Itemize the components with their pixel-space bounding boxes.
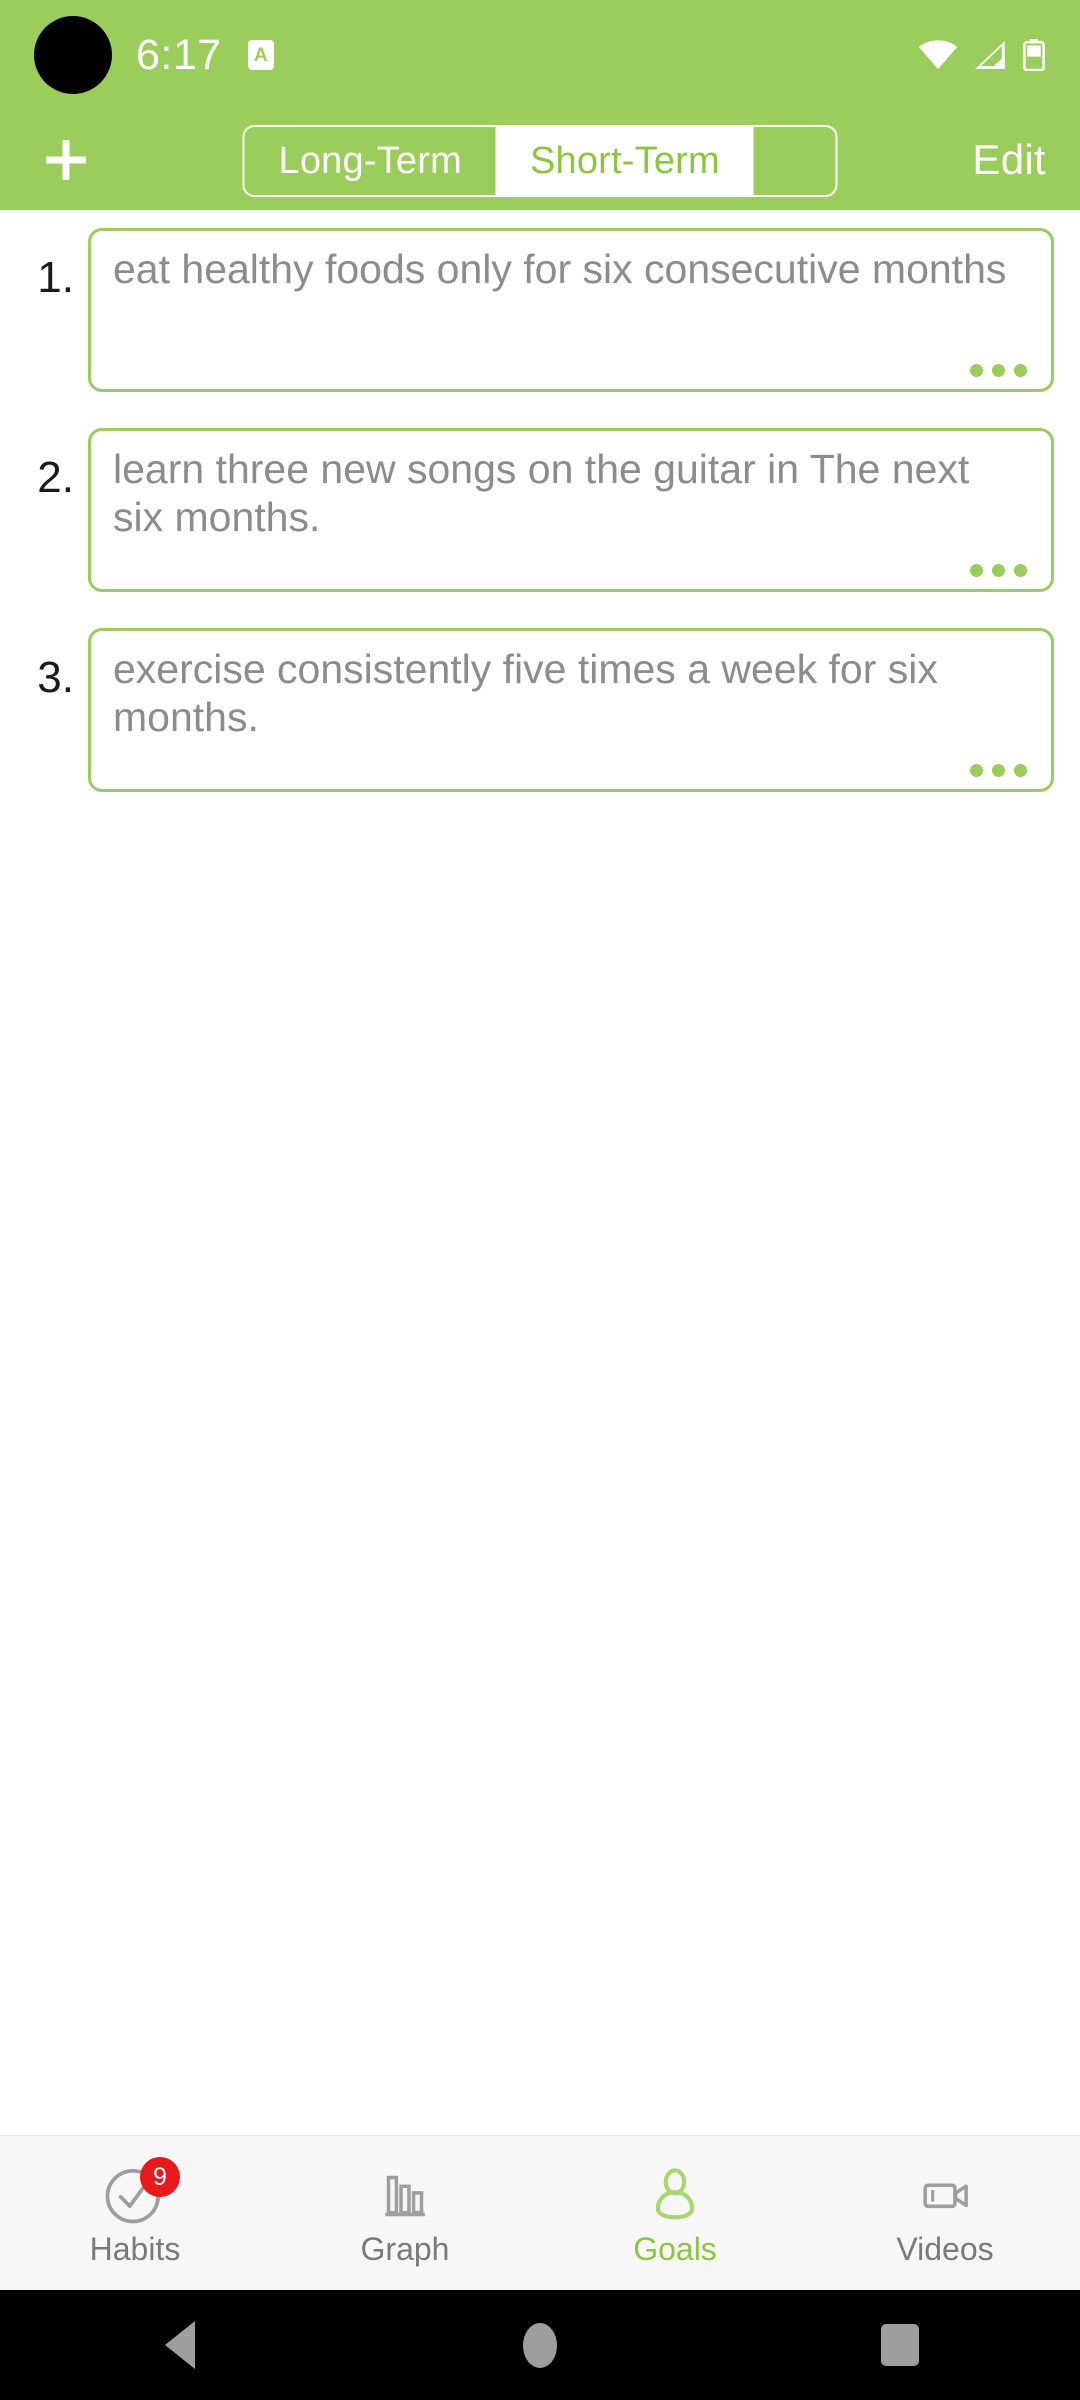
video-camera-icon	[912, 2161, 978, 2227]
goal-type-segmented-control[interactable]: Long-Term Short-Term	[242, 125, 838, 197]
goal-overflow-menu-icon[interactable]	[970, 564, 1027, 577]
person-icon	[642, 2161, 708, 2227]
list-item: 1. eat healthy foods only for six consec…	[0, 228, 1080, 392]
nav-item-graph[interactable]: Graph	[270, 2136, 540, 2290]
nav-label-habits: Habits	[89, 2231, 181, 2267]
goal-card[interactable]: learn three new songs on the guitar in T…	[88, 428, 1054, 592]
segment-long-term[interactable]: Long-Term	[244, 127, 496, 195]
nav-item-habits[interactable]: 9 Habits	[0, 2136, 270, 2290]
list-item: 2. learn three new songs on the guitar i…	[0, 428, 1080, 592]
goal-list: 1. eat healthy foods only for six consec…	[0, 210, 1080, 792]
nav-item-videos[interactable]: Videos	[810, 2136, 1080, 2290]
check-circle-icon: 9	[102, 2157, 180, 2227]
nav-label-videos: Videos	[896, 2231, 994, 2267]
list-item: 3. exercise consistently five times a we…	[0, 628, 1080, 792]
back-triangle-icon	[165, 2321, 195, 2369]
camera-punchhole	[34, 16, 112, 94]
goal-overflow-menu-icon[interactable]	[970, 364, 1027, 377]
app-screen: 6:17 A Long-Term Short-Term Edit 1. eat …	[0, 0, 1080, 2400]
status-bar-icons	[918, 39, 1046, 71]
battery-icon	[1022, 39, 1046, 71]
app-notification-icon: A	[247, 40, 274, 70]
habits-badge-count: 9	[140, 2157, 180, 2197]
goal-card[interactable]: eat healthy foods only for six consecuti…	[88, 228, 1054, 392]
goal-card[interactable]: exercise consistently five times a week …	[88, 628, 1054, 792]
goal-text[interactable]: exercise consistently five times a week …	[113, 645, 1029, 742]
android-back-button[interactable]	[0, 2321, 360, 2369]
edit-button[interactable]: Edit	[972, 136, 1046, 184]
status-bar-clock: 6:17	[136, 30, 222, 79]
home-circle-icon	[523, 2322, 557, 2368]
goal-number: 1.	[37, 253, 74, 302]
android-recents-button[interactable]	[720, 2324, 1080, 2366]
app-header: Long-Term Short-Term Edit	[0, 110, 1080, 210]
nav-label-goals: Goals	[633, 2231, 717, 2267]
bar-chart-icon	[372, 2161, 438, 2227]
status-bar: 6:17 A	[0, 0, 1080, 110]
goal-overflow-menu-icon[interactable]	[970, 764, 1027, 777]
goal-number: 3.	[37, 653, 74, 702]
cellular-signal-icon	[972, 40, 1008, 70]
nav-label-graph: Graph	[360, 2231, 450, 2267]
bottom-navigation-bar: 9 Habits Graph Goals Videos	[0, 2135, 1080, 2290]
goal-text[interactable]: learn three new songs on the guitar in T…	[113, 445, 1029, 542]
goal-number: 2.	[37, 453, 74, 502]
segment-short-term[interactable]: Short-Term	[495, 127, 754, 195]
add-goal-button[interactable]	[34, 128, 98, 192]
goal-text[interactable]: eat healthy foods only for six consecuti…	[113, 245, 1029, 293]
wifi-icon	[918, 40, 958, 70]
recents-square-icon	[881, 2324, 919, 2366]
android-home-button[interactable]	[360, 2322, 720, 2368]
android-navigation-bar	[0, 2290, 1080, 2400]
nav-item-goals[interactable]: Goals	[540, 2136, 810, 2290]
